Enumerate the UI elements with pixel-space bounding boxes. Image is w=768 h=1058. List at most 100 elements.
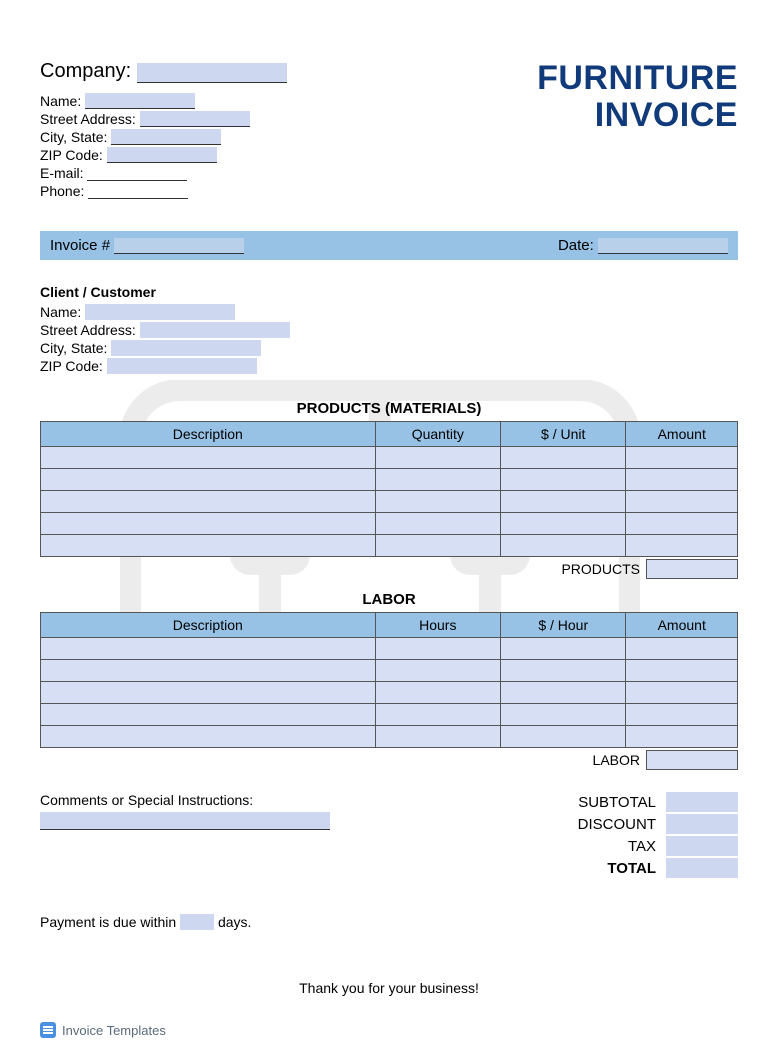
footer-brand-text: Invoice Templates <box>62 1023 166 1038</box>
table-cell[interactable] <box>501 469 626 491</box>
table-cell[interactable] <box>626 535 738 557</box>
labor-title: LABOR <box>40 591 738 608</box>
company-name-label: Name: <box>40 93 81 109</box>
labor-table: Description Hours $ / Hour Amount <box>40 612 738 748</box>
table-cell[interactable] <box>626 638 738 660</box>
table-cell[interactable] <box>375 513 500 535</box>
table-cell[interactable] <box>501 513 626 535</box>
tax-box[interactable] <box>666 836 738 856</box>
table-cell[interactable] <box>41 513 376 535</box>
table-cell[interactable] <box>626 447 738 469</box>
table-cell[interactable] <box>501 491 626 513</box>
labor-header-amount: Amount <box>626 613 738 638</box>
table-cell[interactable] <box>626 469 738 491</box>
company-phone-input[interactable] <box>88 183 188 199</box>
table-cell[interactable] <box>375 535 500 557</box>
client-name-label: Name: <box>40 304 81 320</box>
client-zip-input[interactable] <box>107 358 257 374</box>
table-cell[interactable] <box>501 447 626 469</box>
table-cell[interactable] <box>41 491 376 513</box>
invoice-date-label: Date: <box>558 237 594 254</box>
table-cell[interactable] <box>375 447 500 469</box>
thank-you-message: Thank you for your business! <box>40 980 738 996</box>
company-label: Company: <box>40 60 131 82</box>
subtotal-box <box>666 792 738 812</box>
table-cell[interactable] <box>41 704 376 726</box>
comments-block: Comments or Special Instructions: <box>40 792 330 830</box>
table-cell[interactable] <box>41 535 376 557</box>
table-cell[interactable] <box>41 682 376 704</box>
invoice-templates-icon <box>40 1022 56 1038</box>
payment-days-input[interactable] <box>180 914 214 930</box>
table-cell[interactable] <box>501 535 626 557</box>
table-cell[interactable] <box>626 660 738 682</box>
invoice-number-label: Invoice # <box>50 237 110 254</box>
total-label: TOTAL <box>546 860 666 877</box>
table-cell[interactable] <box>626 682 738 704</box>
client-street-input[interactable] <box>140 322 290 338</box>
company-email-label: E-mail: <box>40 165 84 181</box>
table-cell[interactable] <box>375 638 500 660</box>
client-name-input[interactable] <box>85 304 235 320</box>
table-cell[interactable] <box>41 660 376 682</box>
tax-label: TAX <box>546 838 666 855</box>
table-cell[interactable] <box>41 469 376 491</box>
table-cell[interactable] <box>626 491 738 513</box>
invoice-date-input[interactable] <box>598 238 728 254</box>
company-city-state-label: City, State: <box>40 129 107 145</box>
payment-prefix: Payment is due within <box>40 914 176 930</box>
table-cell[interactable] <box>375 469 500 491</box>
company-input[interactable] <box>137 63 287 83</box>
company-zip-input[interactable] <box>107 147 217 163</box>
discount-box[interactable] <box>666 814 738 834</box>
products-header-quantity: Quantity <box>375 422 500 447</box>
products-header-unit: $ / Unit <box>501 422 626 447</box>
table-cell[interactable] <box>375 682 500 704</box>
table-cell[interactable] <box>501 704 626 726</box>
invoice-bar: Invoice # Date: <box>40 231 738 260</box>
company-street-input[interactable] <box>140 111 250 127</box>
client-heading: Client / Customer <box>40 284 738 300</box>
table-cell[interactable] <box>41 447 376 469</box>
table-cell[interactable] <box>626 513 738 535</box>
table-cell[interactable] <box>501 682 626 704</box>
table-cell[interactable] <box>501 660 626 682</box>
products-header-description: Description <box>41 422 376 447</box>
table-cell[interactable] <box>626 704 738 726</box>
table-cell[interactable] <box>501 726 626 748</box>
company-zip-label: ZIP Code: <box>40 147 103 163</box>
client-city-state-label: City, State: <box>40 340 107 356</box>
client-block: Client / Customer Name: Street Address: … <box>40 284 738 374</box>
title-line1: FURNITURE <box>537 60 738 97</box>
table-cell[interactable] <box>375 726 500 748</box>
company-phone-label: Phone: <box>40 183 84 199</box>
labor-subtotal-label: LABOR <box>526 752 646 768</box>
company-city-state-input[interactable] <box>111 129 221 145</box>
comments-input[interactable] <box>40 812 330 830</box>
footer-brand: Invoice Templates <box>40 1022 166 1038</box>
products-title: PRODUCTS (MATERIALS) <box>40 400 738 417</box>
client-city-state-input[interactable] <box>111 340 261 356</box>
table-cell[interactable] <box>41 726 376 748</box>
labor-subtotal-box <box>646 750 738 770</box>
subtotal-label: SUBTOTAL <box>546 794 666 811</box>
labor-header-description: Description <box>41 613 376 638</box>
table-cell[interactable] <box>501 638 626 660</box>
company-name-input[interactable] <box>85 93 195 109</box>
payment-suffix: days. <box>218 914 251 930</box>
discount-label: DISCOUNT <box>546 816 666 833</box>
document-title: FURNITURE INVOICE <box>537 60 738 135</box>
table-cell[interactable] <box>41 638 376 660</box>
client-zip-label: ZIP Code: <box>40 358 103 374</box>
products-table: Description Quantity $ / Unit Amount <box>40 421 738 557</box>
table-cell[interactable] <box>375 660 500 682</box>
company-email-input[interactable] <box>87 165 187 181</box>
table-cell[interactable] <box>626 726 738 748</box>
invoice-number-input[interactable] <box>114 238 244 254</box>
labor-header-hours: Hours <box>375 613 500 638</box>
products-subtotal-label: PRODUCTS <box>526 561 646 577</box>
comments-label: Comments or Special Instructions: <box>40 792 330 808</box>
table-cell[interactable] <box>375 491 500 513</box>
labor-header-rate: $ / Hour <box>501 613 626 638</box>
table-cell[interactable] <box>375 704 500 726</box>
